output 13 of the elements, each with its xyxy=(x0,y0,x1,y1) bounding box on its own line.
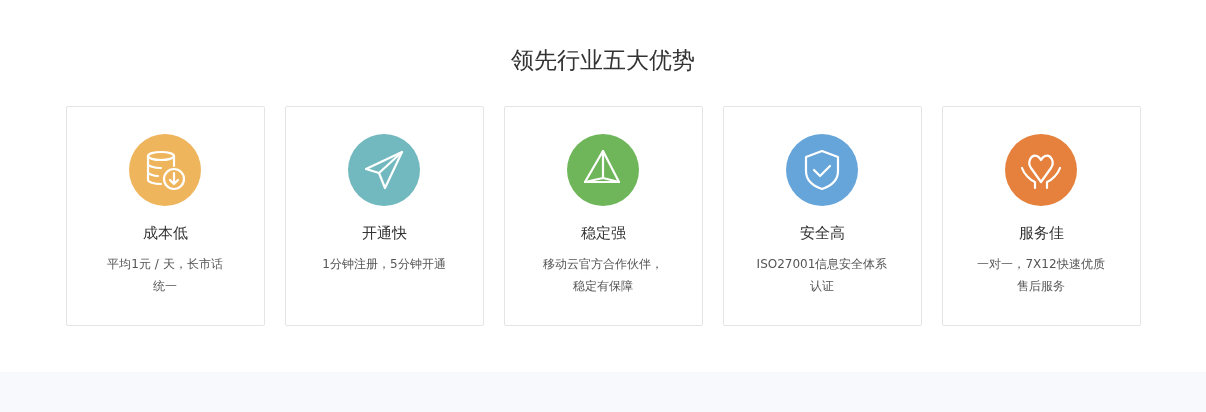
feature-description: 1分钟注册，5分钟开通 xyxy=(322,256,446,273)
shield-check-icon xyxy=(802,148,842,192)
feature-description: ISO27001信息安全体系 认证 xyxy=(756,256,888,295)
feature-heading: 稳定强 xyxy=(580,223,626,243)
feature-description: 平均1元 / 天，长市话 统一 xyxy=(107,256,223,295)
feature-heading: 成本低 xyxy=(142,223,188,243)
feature-description: 移动云官方合作伙伴， 稳定有保障 xyxy=(543,256,663,295)
feature-description: 一对一，7X12快速优质 售后服务 xyxy=(977,256,1105,295)
feature-heading: 服务佳 xyxy=(1018,223,1064,243)
section-title: 领先行业五大优势 xyxy=(511,46,695,75)
feature-heading: 安全高 xyxy=(799,223,845,243)
feature-heading: 开通快 xyxy=(361,223,407,243)
paper-plane-icon xyxy=(362,148,406,192)
